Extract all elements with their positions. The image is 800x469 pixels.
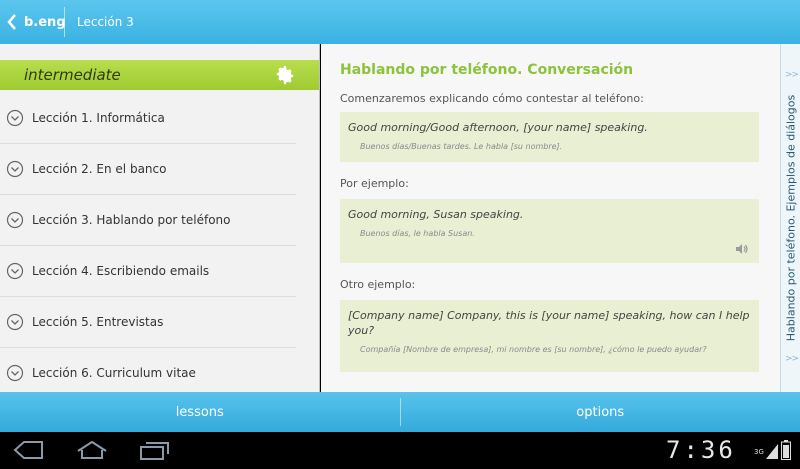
content-title: Hablando por teléfono. Conversación [340,62,634,78]
lesson-content[interactable]: Hablando por teléfono. Conversación Come… [321,44,780,392]
chevron-down-circle-icon [6,211,24,229]
lesson-sidebar: intermediate Lección 1. Informática Lecc… [0,44,320,392]
app-logo[interactable]: b.eng [24,15,66,30]
double-chevron-icon: >> [785,354,799,364]
recent-apps-icon[interactable] [138,439,172,461]
phrase-spanish: Compañía [Nombre de empresa], mi nombre … [360,345,707,354]
lesson-label: Lección 1. Informática [32,111,165,125]
phrase-card[interactable]: Good morning, Susan speaking. Buenos día… [340,199,759,263]
phrase-english: Good morning, Susan speaking. [348,208,524,221]
lesson-label: Lección 5. Entrevistas [32,315,164,329]
back-button[interactable] [2,0,22,44]
speaker-icon[interactable] [735,243,749,255]
level-header[interactable]: intermediate [0,60,319,90]
lesson-item-1[interactable]: Lección 1. Informática [0,93,296,144]
double-chevron-icon: >> [785,70,799,80]
lesson-item-5[interactable]: Lección 5. Entrevistas [0,297,296,348]
phrase-card[interactable]: [Company name] Company, this is [your na… [340,300,759,372]
chevron-left-icon [7,14,16,30]
phrase-spanish: Buenos días/Buenas tardes. Le habla [su … [360,142,563,151]
page-title: Lección 3 [77,15,134,29]
actionbar-divider [64,7,65,37]
phrase-english: Good morning/Good afternoon, [your name]… [348,121,648,134]
lesson-list: Lección 1. Informática Lección 2. En el … [0,93,319,392]
battery-icon [781,440,791,460]
status-clock: 7:36 [666,436,736,464]
lesson-item-2[interactable]: Lección 2. En el banco [0,144,296,195]
chevron-down-circle-icon [6,109,24,127]
example-label: Otro ejemplo: [340,278,416,291]
phrase-card[interactable]: Good morning/Good afternoon, [your name]… [340,112,759,162]
back-nav-icon[interactable] [12,439,44,461]
action-bar: b.eng Lección 3 [0,0,800,44]
options-button[interactable]: options [401,392,800,432]
bottom-bar: lessons options [0,392,800,432]
dialog-examples-tab[interactable]: >> Hablando por teléfono. Ejemplos de di… [780,44,800,392]
lesson-label: Lección 3. Hablando por teléfono [32,213,231,227]
lesson-label: Lección 6. Curriculum vitae [32,366,196,380]
chevron-down-circle-icon [6,262,24,280]
network-type: 3G [754,448,764,456]
lesson-item-3[interactable]: Lección 3. Hablando por teléfono [0,195,296,246]
level-label: intermediate [24,66,121,84]
phrase-spanish: Buenos días, le habla Susan. [360,229,475,238]
sidetab-label: Hablando por teléfono. Ejemplos de diálo… [784,94,797,342]
lessons-button[interactable]: lessons [0,392,400,432]
lesson-label: Lección 2. En el banco [32,162,167,176]
lesson-item-6[interactable]: Lección 6. Curriculum vitae [0,348,296,392]
intro-text: Comenzaremos explicando cómo contestar a… [340,92,644,105]
lesson-label: Lección 4. Escribiendo emails [32,264,210,278]
home-nav-icon[interactable] [75,439,109,461]
chevron-down-circle-icon [6,313,24,331]
example-label: Por ejemplo: [340,177,409,190]
chevron-down-circle-icon [6,364,24,382]
system-bar: 7:36 3G [0,432,800,469]
gear-icon[interactable] [274,64,296,86]
phrase-english: [Company name] Company, this is [your na… [348,309,750,337]
chevron-down-circle-icon [6,160,24,178]
signal-icon [766,444,778,459]
lesson-item-4[interactable]: Lección 4. Escribiendo emails [0,246,296,297]
